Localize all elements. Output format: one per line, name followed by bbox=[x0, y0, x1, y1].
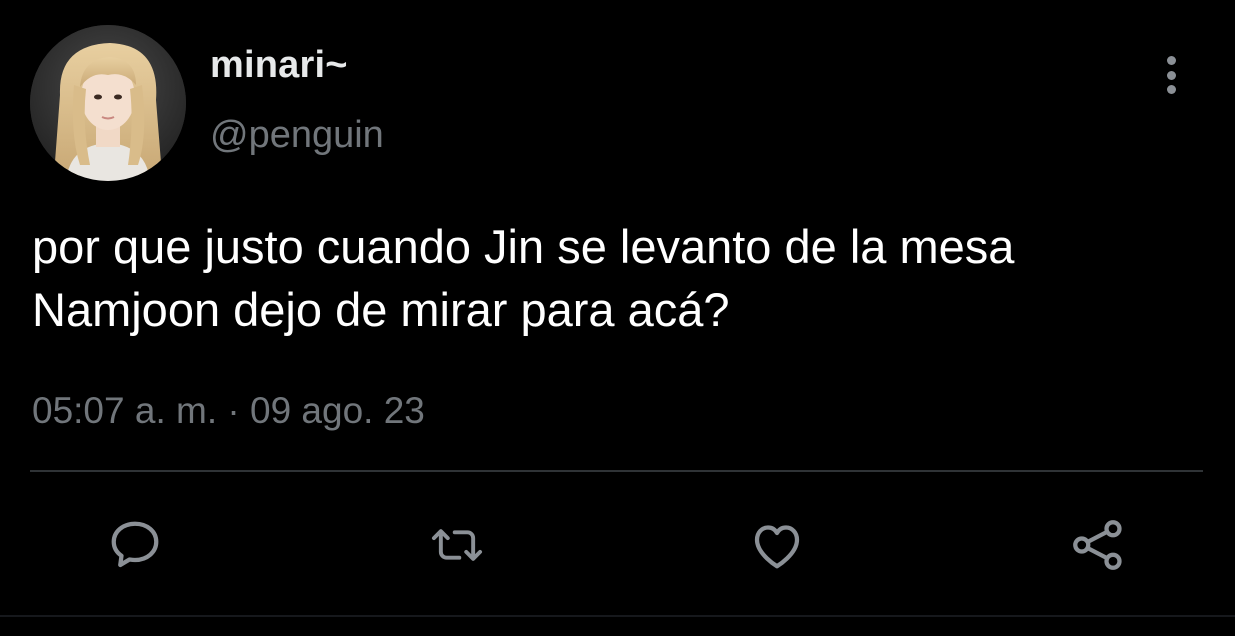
tweet-card: minari~ @penguin por que justo cuando Ji… bbox=[0, 0, 1235, 636]
avatar[interactable] bbox=[30, 25, 186, 181]
more-dot bbox=[1166, 85, 1176, 94]
reply-button[interactable] bbox=[105, 515, 165, 575]
more-dot bbox=[1166, 56, 1176, 65]
retweet-button[interactable] bbox=[427, 515, 487, 575]
speech-bubble-icon bbox=[111, 521, 159, 568]
divider bbox=[30, 470, 1203, 472]
display-name[interactable]: minari~ bbox=[210, 44, 348, 87]
tweet-text: por que justo cuando Jin se levanto de l… bbox=[32, 220, 1015, 336]
avatar-image bbox=[30, 25, 186, 181]
heart-icon bbox=[754, 525, 800, 569]
share-icon bbox=[1073, 520, 1122, 570]
more-dot bbox=[1166, 70, 1176, 80]
user-handle[interactable]: @penguin bbox=[210, 114, 384, 157]
retweet-icon bbox=[431, 529, 483, 561]
bottom-divider bbox=[0, 615, 1235, 617]
share-button[interactable] bbox=[1068, 515, 1128, 575]
more-options-button[interactable] bbox=[1150, 50, 1192, 100]
like-button[interactable] bbox=[747, 515, 807, 575]
tweet-timestamp[interactable]: 05:07 a. m. · 09 ago. 23 bbox=[32, 390, 425, 432]
